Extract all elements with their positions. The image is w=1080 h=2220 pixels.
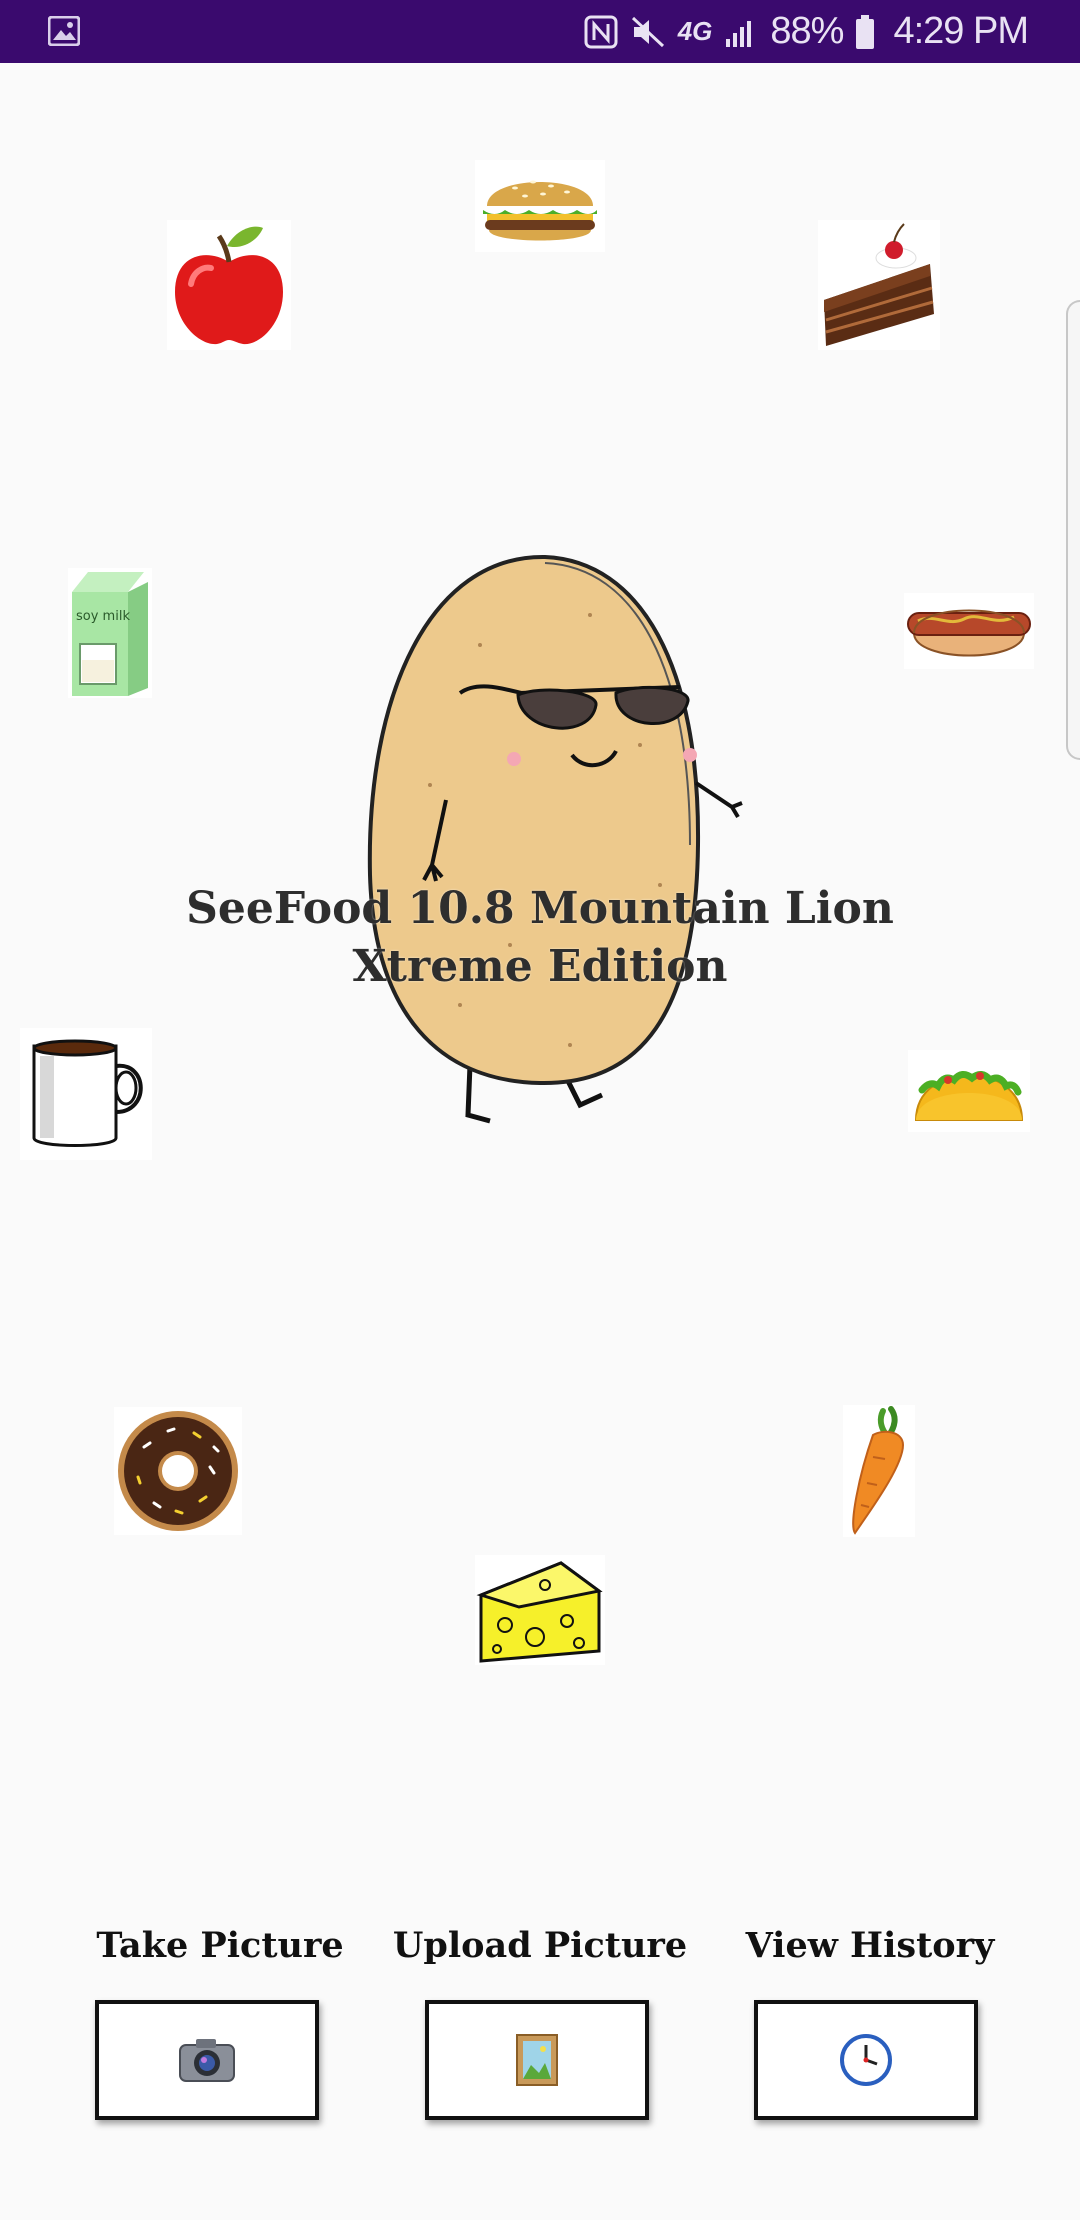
- take-picture-label: Take Picture: [96, 1925, 344, 1966]
- apple-icon: [167, 220, 291, 350]
- clock-time: 4:29 PM: [893, 10, 1029, 52]
- take-picture-button[interactable]: [95, 2000, 319, 2120]
- status-bar: 4G 88% 4:29 PM: [0, 0, 1080, 63]
- status-icons: 4G 88% 4:29 PM: [584, 0, 1029, 63]
- app-title: SeeFood 10.8 Mountain Lion Xtreme Editio…: [140, 880, 940, 996]
- upload-picture-action: Upload Picture: [390, 1925, 690, 2120]
- hot-dog-icon: [904, 593, 1034, 669]
- battery-icon: [856, 14, 875, 49]
- mute-icon: [631, 16, 664, 47]
- upload-picture-label: Upload Picture: [392, 1925, 688, 1966]
- picture-frame-icon: [516, 2034, 558, 2086]
- view-history-button[interactable]: [754, 2000, 978, 2120]
- upload-picture-button[interactable]: [425, 2000, 649, 2120]
- take-picture-action: Take Picture: [70, 1925, 370, 2120]
- view-history-action: View History: [720, 1925, 1020, 2120]
- seefood-home-screen: 4G 88% 4:29 PM soy milk SeeFood 10.8 Mou…: [0, 0, 1080, 2220]
- cake-icon: [818, 220, 940, 350]
- cheese-icon: [475, 1555, 605, 1665]
- nfc-icon: [584, 15, 618, 48]
- potato-with-sunglasses-icon: [367, 554, 743, 1124]
- soy-milk-icon: soy milk: [68, 568, 152, 698]
- camera-icon: [179, 2039, 235, 2082]
- soy-milk-label: soy milk: [76, 609, 130, 624]
- app-title-line1: SeeFood 10.8 Mountain Lion: [186, 883, 894, 934]
- coffee-mug-icon: [20, 1028, 152, 1160]
- signal-icon: [726, 20, 752, 47]
- carrot-icon: [843, 1405, 915, 1537]
- app-title-line2: Xtreme Edition: [352, 941, 728, 992]
- donut-icon: [114, 1407, 242, 1535]
- edge-panel-handle[interactable]: [1066, 300, 1080, 760]
- battery-percent: 88%: [770, 10, 844, 52]
- taco-icon: [908, 1050, 1030, 1132]
- image-notification-icon: [48, 16, 80, 46]
- burger-icon: [475, 160, 605, 252]
- clock-icon: [840, 2034, 892, 2086]
- view-history-label: View History: [745, 1925, 995, 1966]
- network-type-label: 4G: [677, 16, 713, 46]
